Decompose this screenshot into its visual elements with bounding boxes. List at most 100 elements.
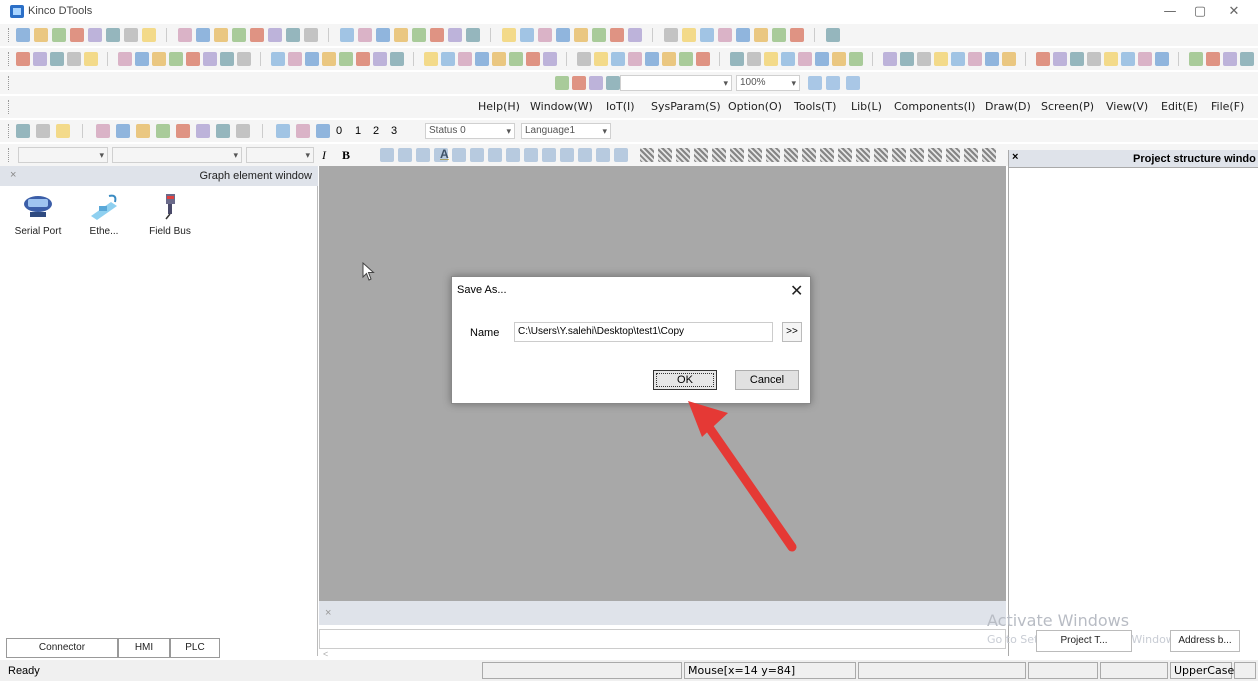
toolbar-tool-icon[interactable] [88,28,102,42]
toolbar-tool-icon[interactable] [412,28,426,42]
tab-hmi[interactable]: HMI [118,638,170,658]
fill-pattern-icon[interactable] [640,148,654,162]
text-tool-icon[interactable] [380,148,394,162]
menu-components[interactable]: Components(I) [894,100,975,113]
toolbar-tool-icon[interactable] [849,52,863,66]
toolbar-tool-icon[interactable] [1053,52,1067,66]
toolbar-tool-icon[interactable] [236,124,250,138]
toolbar-tool-icon[interactable] [322,52,336,66]
bold-button[interactable]: B [342,148,350,163]
menu-option[interactable]: Option(O) [728,100,782,113]
toolbar-tool-icon[interactable] [832,52,846,66]
fill-pattern-icon[interactable] [694,148,708,162]
state-3-button[interactable]: 3 [391,125,397,137]
toolbar-tool-icon[interactable] [700,28,714,42]
fill-pattern-icon[interactable] [784,148,798,162]
toolbar-tool-icon[interactable] [358,28,372,42]
toolbar-tool-icon[interactable] [466,28,480,42]
fill-pattern-icon[interactable] [838,148,852,162]
toolbar-tool-icon[interactable] [1206,52,1220,66]
toolbar-tool-icon[interactable] [268,28,282,42]
toolbar-tool-icon[interactable] [214,28,228,42]
toolbar-tool-icon[interactable] [826,28,840,42]
toolbar-tool-icon[interactable] [1087,52,1101,66]
toolbar-tool-icon[interactable] [271,52,285,66]
zoom-tool-icon[interactable] [846,76,860,90]
toolbar-tool-icon[interactable] [441,52,455,66]
toolbar-tool-icon[interactable] [696,52,710,66]
toolbar-tool-icon[interactable] [34,28,48,42]
fill-pattern-icon[interactable] [802,148,816,162]
toolbar-tool-icon[interactable] [178,28,192,42]
toolbar-tool-icon[interactable] [520,28,534,42]
text-tool-icon[interactable] [416,148,430,162]
toolbar-tool-icon[interactable] [934,52,948,66]
toolbar-tool-icon[interactable] [509,52,523,66]
project-structure-close-button[interactable]: × [1012,151,1018,163]
menu-file[interactable]: File(F) [1211,100,1244,113]
fill-pattern-icon[interactable] [712,148,726,162]
toolbar-tool-icon[interactable] [611,52,625,66]
toolbar-tool-icon[interactable] [394,28,408,42]
menu-iot[interactable]: IoT(I) [606,100,635,113]
toolbar-tool-icon[interactable] [424,52,438,66]
toolbar-tool-icon[interactable] [730,52,744,66]
menu-help[interactable]: Help(H) [478,100,520,113]
toolbar-tool-icon[interactable] [815,52,829,66]
toolbar-tool-icon[interactable] [448,28,462,42]
toolbar-tool-icon[interactable] [169,52,183,66]
toolbar-tool-icon[interactable] [492,52,506,66]
toolbar-tool-icon[interactable] [606,76,620,90]
toolbar-tool-icon[interactable] [304,28,318,42]
toolbar-tool-icon[interactable] [968,52,982,66]
toolbar-tool-icon[interactable] [84,52,98,66]
tab-plc[interactable]: PLC [170,638,220,658]
text-tool-icon[interactable] [596,148,610,162]
toolbar-tool-icon[interactable] [592,28,606,42]
toolbar-tool-icon[interactable] [237,52,251,66]
toolbar-tool-icon[interactable] [1189,52,1203,66]
fill-pattern-icon[interactable] [874,148,888,162]
toolbar-tool-icon[interactable] [1104,52,1118,66]
toolbar-tool-icon[interactable] [577,52,591,66]
toolbar-tool-icon[interactable] [56,124,70,138]
toolbar-tool-icon[interactable] [747,52,761,66]
tab-project-tree[interactable]: Project T... [1036,630,1132,652]
toolbar-tool-icon[interactable] [538,28,552,42]
toolbar-tool-icon[interactable] [216,124,230,138]
toolbar-tool-icon[interactable] [316,124,330,138]
state-0-button[interactable]: 0 [336,125,342,137]
text-tool-icon[interactable] [560,148,574,162]
toolbar-tool-icon[interactable] [176,124,190,138]
text-tool-icon[interactable] [524,148,538,162]
toolbar-tool-icon[interactable] [475,52,489,66]
toolbar-tool-icon[interactable] [1002,52,1016,66]
text-tool-icon[interactable] [488,148,502,162]
toolbar-tool-icon[interactable] [985,52,999,66]
toolbar-tool-icon[interactable] [390,52,404,66]
toolbar-tool-icon[interactable] [900,52,914,66]
toolbar-tool-icon[interactable] [340,28,354,42]
menu-view[interactable]: View(V) [1106,100,1148,113]
fill-pattern-icon[interactable] [946,148,960,162]
text-tool-icon[interactable] [452,148,466,162]
toolbar-tool-icon[interactable] [458,52,472,66]
toolbar-tool-icon[interactable] [526,52,540,66]
tab-connector[interactable]: Connector [6,638,118,658]
font-size-select[interactable] [246,147,314,163]
toolbar-tool-icon[interactable] [594,52,608,66]
fill-pattern-icon[interactable] [658,148,672,162]
toolbar-tool-icon[interactable] [736,28,750,42]
toolbar-tool-icon[interactable] [16,124,30,138]
menu-window[interactable]: Window(W) [530,100,593,113]
text-tool-icon[interactable] [470,148,484,162]
toolbar-tool-icon[interactable] [1138,52,1152,66]
state-2-button[interactable]: 2 [373,125,379,137]
status-dropdown[interactable]: Status 0 [425,123,515,139]
toolbar-tool-icon[interactable] [124,28,138,42]
toolbar-tool-icon[interactable] [798,52,812,66]
fill-pattern-icon[interactable] [748,148,762,162]
toolbar-tool-icon[interactable] [16,52,30,66]
text-tool-icon[interactable] [506,148,520,162]
toolbar-tool-icon[interactable] [250,28,264,42]
